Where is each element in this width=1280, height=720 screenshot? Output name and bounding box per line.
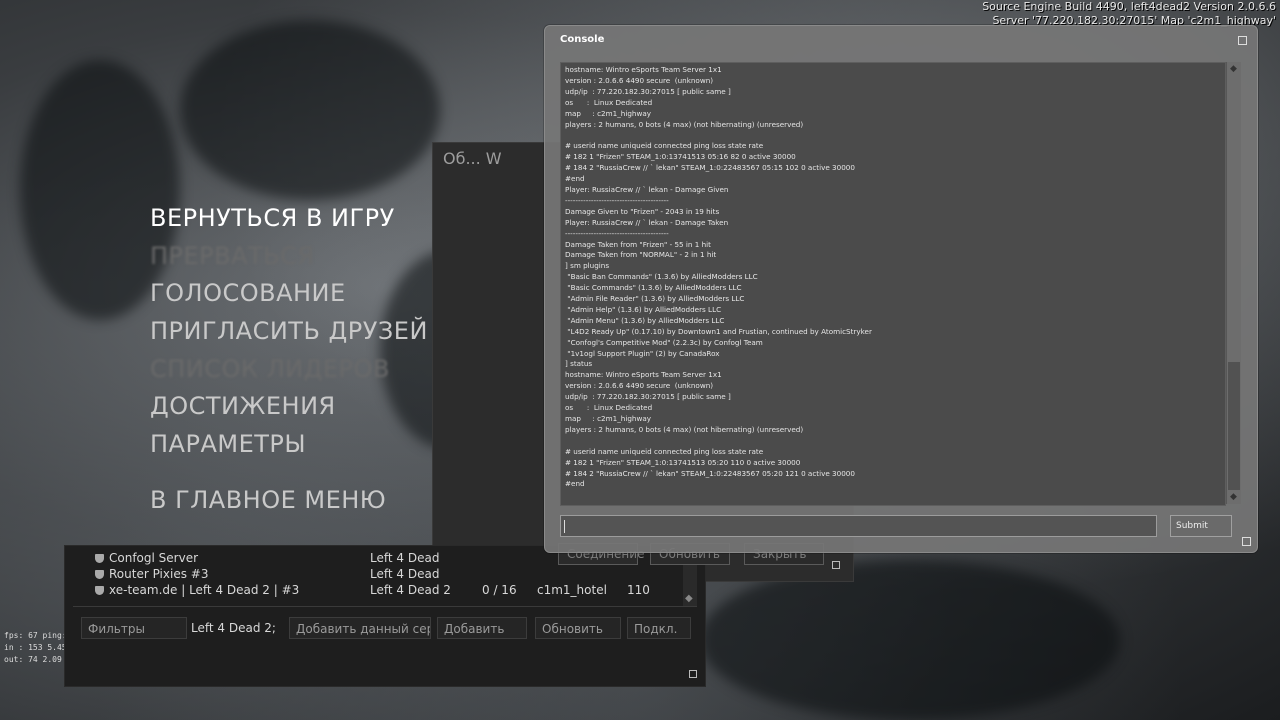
resize-grip-icon[interactable] — [1242, 537, 1251, 546]
background-tree — [180, 20, 440, 200]
console-line: hostname: Wintro eSports Team Server 1x1 — [565, 65, 722, 74]
menu-main-menu[interactable]: В ГЛАВНОЕ МЕНЮ — [150, 482, 428, 520]
text-caret — [564, 520, 565, 533]
console-line: version : 2.0.6.6 4490 secure (unknown) — [565, 75, 714, 85]
console-line: map : c2m1_highway — [565, 414, 651, 423]
console-line: # 182 1 "Frizen" STEAM_1:0:13741513 05:1… — [565, 152, 796, 162]
console-line: players : 2 humans, 0 bots (4 max) (not … — [565, 119, 804, 129]
server-ping: 110 — [627, 583, 650, 597]
console-line: map : c2m1_highway — [565, 108, 651, 118]
scroll-down-icon[interactable]: ◆ — [1230, 492, 1237, 502]
refresh-button[interactable]: Обновить — [535, 617, 621, 639]
shield-icon — [95, 586, 104, 595]
console-line: Damage Given to "Frizen" - 2043 in 19 hi… — [565, 206, 720, 216]
console-line: #end — [565, 479, 585, 489]
console-scrollbar[interactable]: ◆ ◆ — [1226, 62, 1241, 504]
menu-options[interactable]: ПАРАМЕТРЫ — [150, 426, 428, 464]
resize-grip-icon[interactable] — [689, 670, 697, 678]
console-line: Damage Taken from "NORMAL" - 2 in 1 hit — [565, 250, 717, 260]
engine-build-line: Source Engine Build 4490, left4dead2 Ver… — [982, 0, 1276, 13]
divider — [73, 606, 697, 607]
console-line: ---------------------------------------- — [565, 228, 669, 238]
console-line: "Basic Commands" (1.3.6) by AlliedModder… — [565, 283, 742, 293]
table-row[interactable]: xe-team.de | Left 4 Dead 2 | #3 Left 4 D… — [73, 582, 695, 598]
console-line: # 184 2 "RussiaCrew // ` lekan" STEAM_1:… — [565, 163, 855, 173]
console-line: "Admin File Reader" (1.3.6) by AlliedMod… — [565, 294, 745, 304]
server-name: Router Pixies #3 — [109, 567, 209, 581]
console-line: "Admin Menu" (1.3.6) by AlliedModders LL… — [565, 315, 725, 325]
connect-button[interactable]: Подкл. — [627, 617, 691, 639]
console-line: Player: RussiaCrew // ` lekan - Damage T… — [565, 217, 729, 227]
server-players: 0 / 16 — [482, 583, 517, 597]
maximize-icon[interactable] — [1238, 36, 1247, 45]
game-filter-label: Left 4 Dead 2; — [191, 621, 276, 635]
add-server-button[interactable]: Добавить — [437, 617, 527, 639]
shield-icon — [95, 554, 104, 563]
console-line: os : Linux Dedicated — [565, 97, 653, 107]
console-log: hostname: Wintro eSports Team Server 1x1… — [561, 63, 1225, 492]
console-command-input[interactable] — [560, 515, 1157, 537]
scroll-arrow-icon[interactable]: ◆ — [685, 593, 693, 604]
resize-grip-icon[interactable] — [832, 561, 840, 569]
server-browser-panel: Confogl Server Left 4 Dead Router Pixies… — [64, 545, 706, 687]
console-line: "Confogl's Competitive Mod" (2.2.3c) by … — [565, 337, 763, 347]
console-line: version : 2.0.6.6 4490 secure (unknown) — [565, 381, 714, 391]
menu-resume-game[interactable]: ВЕРНУТЬСЯ В ИГРУ — [150, 200, 428, 238]
console-line: Damage Taken from "Frizen" - 55 in 1 hit — [565, 239, 711, 249]
table-row[interactable]: Router Pixies #3 Left 4 Dead — [73, 566, 695, 582]
menu-vote[interactable]: ГОЛОСОВАНИЕ — [150, 275, 428, 313]
console-window: Console hostname: Wintro eSports Team Se… — [544, 25, 1258, 553]
add-current-server-button[interactable]: Добавить данный сер... — [289, 617, 431, 639]
server-game: Left 4 Dead — [370, 567, 440, 581]
console-line: # userid name uniqueid connected ping lo… — [565, 141, 764, 151]
main-menu: ВЕРНУТЬСЯ В ИГРУ ПРЕРВАТЬСЯ ГОЛОСОВАНИЕ … — [150, 200, 428, 520]
console-line: "Basic Ban Commands" (1.3.6) by AlliedMo… — [565, 272, 758, 282]
console-line: # 182 1 "Frizen" STEAM_1:0:13741513 05:2… — [565, 457, 801, 467]
shield-icon — [95, 570, 104, 579]
console-title: Console — [560, 34, 605, 45]
scroll-up-icon[interactable]: ◆ — [1230, 64, 1237, 74]
console-line: Player: RussiaCrew // ` lekan - Damage G… — [565, 184, 729, 194]
server-game: Left 4 Dead — [370, 551, 440, 565]
console-line: udp/ip : 77.220.182.30:27015 [ public sa… — [565, 392, 731, 402]
console-line: #end — [565, 174, 585, 184]
console-line: "1v1ogl Support Plugin" (2) by CanadaRox — [565, 348, 720, 358]
console-line: ] sm plugins — [565, 261, 610, 271]
console-line: udp/ip : 77.220.182.30:27015 [ public sa… — [565, 86, 731, 96]
server-name: Confogl Server — [109, 551, 199, 565]
console-line: hostname: Wintro eSports Team Server 1x1 — [565, 370, 722, 380]
console-line: players : 2 humans, 0 bots (4 max) (not … — [565, 424, 804, 434]
console-line: # userid name uniqueid connected ping lo… — [565, 446, 764, 456]
menu-leaderboards: СПИСОК ЛИДЕРОВ — [150, 354, 390, 383]
menu-achievements[interactable]: ДОСТИЖЕНИЯ — [150, 388, 428, 426]
console-output[interactable]: hostname: Wintro eSports Team Server 1x1… — [560, 62, 1226, 506]
console-line: "L4D2 Ready Up" (0.17.10) by Downtown1 a… — [565, 326, 872, 336]
server-map: c1m1_hotel — [537, 583, 607, 597]
console-line: os : Linux Dedicated — [565, 403, 653, 413]
server-name: xe-team.de | Left 4 Dead 2 | #3 — [109, 583, 300, 597]
background-tree — [700, 560, 1120, 720]
scrollbar-thumb[interactable] — [1228, 362, 1240, 490]
background-dialog-title: Об... W — [443, 149, 502, 168]
console-line: ---------------------------------------- — [565, 195, 669, 205]
engine-build-info: Source Engine Build 4490, left4dead2 Ver… — [982, 0, 1276, 28]
menu-pause: ПРЕРВАТЬСЯ — [150, 241, 315, 270]
submit-button[interactable]: Submit — [1170, 515, 1232, 537]
filters-button[interactable]: Фильтры — [81, 617, 187, 639]
server-game: Left 4 Dead 2 — [370, 583, 451, 597]
console-line: # 184 2 "RussiaCrew // ` lekan" STEAM_1:… — [565, 468, 855, 478]
console-line: ] status — [565, 359, 593, 369]
console-line: "Admin Help" (1.3.6) by AlliedModders LL… — [565, 304, 722, 314]
menu-invite-friends[interactable]: ПРИГЛАСИТЬ ДРУЗЕЙ — [150, 313, 428, 351]
